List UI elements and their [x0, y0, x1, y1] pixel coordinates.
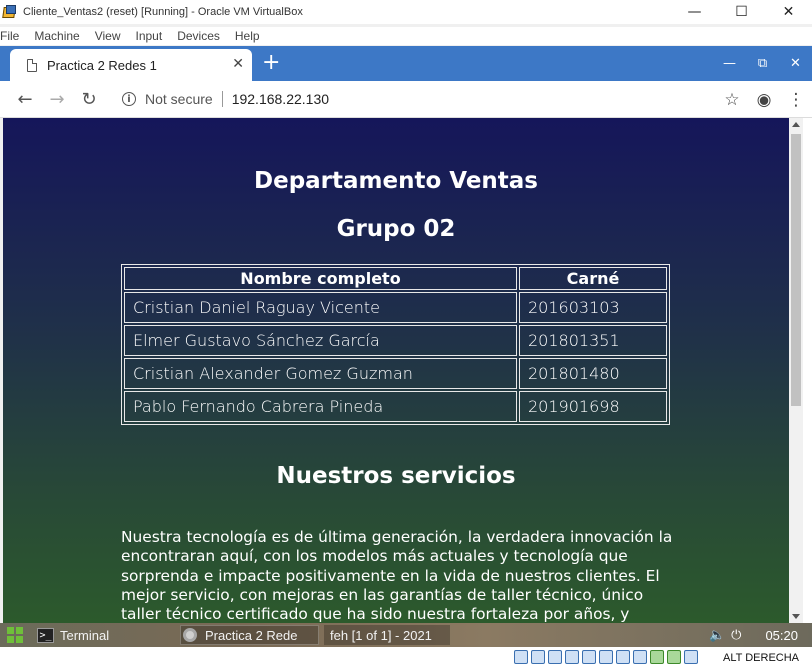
cell-carne: 201603103: [519, 292, 667, 323]
menu-file[interactable]: File: [0, 29, 19, 43]
clock[interactable]: 05:20: [765, 628, 798, 643]
shared-folders-icon[interactable]: [599, 650, 613, 664]
window-title: Cliente_Ventas2 (reset) [Running] - Orac…: [23, 6, 303, 18]
browser-tab[interactable]: Practica 2 Redes 1 ✕: [10, 49, 252, 81]
optical-drive-icon[interactable]: [531, 650, 545, 664]
cell-carne: 201801351: [519, 325, 667, 356]
services-paragraph: Nuestra tecnología es de última generaci…: [121, 528, 673, 623]
services-heading: Nuestros servicios: [276, 463, 516, 489]
tab-title: Practica 2 Redes 1: [47, 57, 157, 73]
table-row: Cristian Alexander Gomez Guzman 20180148…: [124, 358, 667, 389]
audio-icon[interactable]: [548, 650, 562, 664]
table-row: Cristian Daniel Raguay Vicente 201603103: [124, 292, 667, 323]
guest-taskbar: >_ Terminal Practica 2 Rede feh [1 of 1]…: [0, 623, 812, 647]
app-menu-icon[interactable]: [7, 627, 23, 643]
volume-icon[interactable]: 🔈: [709, 627, 725, 643]
chrome-icon: [183, 628, 197, 642]
cell-name: Elmer Gustavo Sánchez García: [124, 325, 517, 356]
page-subheading: Grupo 02: [336, 216, 456, 242]
close-icon[interactable]: ✕: [765, 0, 812, 24]
taskbar-browser[interactable]: Practica 2 Rede: [180, 625, 319, 645]
window-edge: [803, 118, 812, 623]
menu-help[interactable]: Help: [235, 29, 260, 43]
taskbar-feh-label: feh [1 of 1] - 2021: [330, 627, 432, 643]
cpu-icon[interactable]: [650, 650, 664, 664]
terminal-icon: >_: [37, 627, 54, 643]
cell-carne: 201901698: [519, 391, 667, 422]
table-row: Pablo Fernando Cabrera Pineda 201901698: [124, 391, 667, 422]
tab-close-icon[interactable]: ✕: [232, 56, 244, 72]
header-carne: Carné: [519, 267, 667, 290]
host-key-label: ALT DERECHA: [723, 652, 800, 664]
vbox-titlebar: Cliente_Ventas2 (reset) [Running] - Orac…: [0, 0, 812, 24]
cell-name: Cristian Daniel Raguay Vicente: [124, 292, 517, 323]
taskbar-browser-label: Practica 2 Rede: [205, 627, 298, 643]
omnibox-divider: [221, 91, 223, 107]
system-tray: 🔈 ⏻ 05:20: [709, 623, 812, 647]
page-heading: Departamento Ventas: [254, 168, 538, 194]
page-scrollbar[interactable]: [789, 118, 803, 623]
taskbar-feh[interactable]: feh [1 of 1] - 2021: [324, 625, 450, 645]
security-label: Not secure: [145, 91, 213, 107]
scroll-thumb[interactable]: [791, 134, 801, 406]
browser-restore-icon[interactable]: ⧉: [746, 46, 779, 81]
scroll-down-icon[interactable]: [792, 614, 800, 619]
menu-input[interactable]: Input: [136, 29, 163, 43]
usb-icon[interactable]: [582, 650, 596, 664]
browser-tabstrip: Practica 2 Redes 1 ✕ + — ⧉ ✕: [0, 46, 812, 81]
header-name: Nombre completo: [124, 267, 517, 290]
page-icon: [27, 58, 37, 72]
table-row: Elmer Gustavo Sánchez García 201801351: [124, 325, 667, 356]
page-viewport: Departamento Ventas Grupo 02 Nombre comp…: [3, 118, 789, 623]
menu-machine[interactable]: Machine: [34, 29, 79, 43]
vbox-device-icons: [514, 650, 701, 664]
cell-name: Pablo Fernando Cabrera Pineda: [124, 391, 517, 422]
minimize-icon[interactable]: —: [671, 0, 718, 24]
browser-minimize-icon[interactable]: —: [713, 46, 746, 81]
network-icon[interactable]: [565, 650, 579, 664]
browser-toolbar: ← → ↻ i Not secure 192.168.22.130 ☆ ◉ ⋮: [0, 81, 812, 118]
menu-view[interactable]: View: [95, 29, 121, 43]
account-icon[interactable]: ◉: [748, 90, 780, 110]
vbox-statusbar: ALT DERECHA: [0, 647, 812, 671]
reload-icon[interactable]: ↻: [73, 83, 105, 115]
harddisk-icon[interactable]: [514, 650, 528, 664]
info-icon[interactable]: i: [122, 92, 136, 106]
cell-name: Cristian Alexander Gomez Guzman: [124, 358, 517, 389]
video-capture-icon[interactable]: [633, 650, 647, 664]
menu-devices[interactable]: Devices: [177, 29, 220, 43]
maximize-icon[interactable]: ☐: [718, 0, 765, 24]
mouse-integration-icon[interactable]: [667, 650, 681, 664]
display-icon[interactable]: [616, 650, 630, 664]
new-tab-icon[interactable]: +: [262, 52, 280, 74]
bookmark-star-icon[interactable]: ☆: [716, 90, 748, 110]
power-icon[interactable]: ⏻: [731, 627, 741, 643]
taskbar-terminal[interactable]: >_ Terminal: [37, 625, 109, 645]
keyboard-icon[interactable]: [684, 650, 698, 664]
back-icon[interactable]: ←: [9, 83, 41, 115]
url-text[interactable]: 192.168.22.130: [232, 91, 329, 107]
scroll-up-icon[interactable]: [792, 122, 800, 127]
address-bar[interactable]: i Not secure 192.168.22.130: [112, 86, 724, 112]
table-header-row: Nombre completo Carné: [124, 267, 667, 290]
cell-carne: 201801480: [519, 358, 667, 389]
taskbar-terminal-label: Terminal: [60, 627, 110, 643]
browser-close-icon[interactable]: ✕: [779, 46, 812, 81]
virtualbox-icon: [2, 5, 19, 19]
forward-icon[interactable]: →: [41, 83, 73, 115]
vbox-menubar: File Machine View Input Devices Help: [0, 27, 812, 45]
members-table: Nombre completo Carné Cristian Daniel Ra…: [121, 264, 670, 425]
menu-kebab-icon[interactable]: ⋮: [780, 90, 812, 110]
